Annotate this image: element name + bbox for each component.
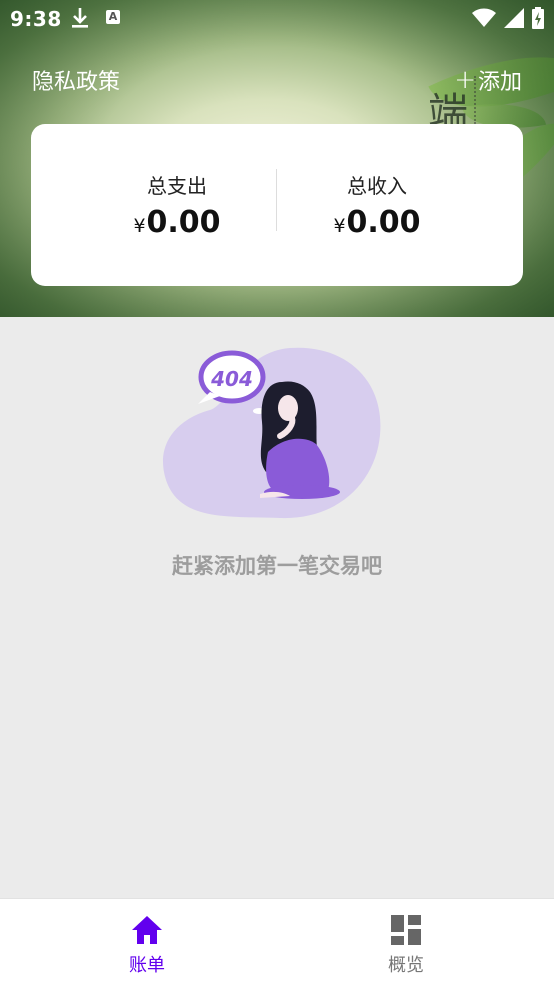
expense-value: 0.00 — [146, 205, 221, 240]
tab-overview[interactable]: 概览 — [346, 913, 466, 977]
income-label: 总收入 — [347, 174, 407, 198]
income-amount: ¥0.00 — [277, 205, 477, 240]
wifi-icon — [472, 8, 496, 33]
bubble-404-text: 404 — [210, 367, 253, 391]
tab-overview-label: 概览 — [388, 955, 424, 976]
signal-icon — [504, 8, 524, 33]
add-button[interactable]: + 添加 — [454, 64, 522, 96]
income-value: 0.00 — [346, 205, 421, 240]
tab-bills[interactable]: 账单 — [87, 913, 207, 977]
status-bar: 9:38 A — [0, 0, 554, 38]
privacy-policy-link[interactable]: 隐私政策 — [32, 64, 120, 96]
expense-label: 总支出 — [147, 174, 207, 198]
tab-bills-label: 账单 — [129, 955, 165, 976]
home-icon — [87, 913, 207, 947]
empty-state-message: 赶紧添加第一笔交易吧 — [172, 554, 382, 578]
battery-icon — [532, 7, 544, 34]
status-time: 9:38 — [10, 7, 62, 31]
plus-icon: + — [454, 65, 476, 95]
expense-summary: 总支出 ¥0.00 — [77, 170, 277, 240]
dashboard-icon — [346, 913, 466, 947]
download-icon — [70, 6, 90, 35]
expense-currency: ¥ — [133, 215, 146, 237]
summary-card: 总支出 ¥0.00 总收入 ¥0.00 — [31, 124, 523, 286]
empty-state-illustration: 404 — [160, 340, 390, 530]
a-icon: A — [106, 10, 120, 24]
income-currency: ¥ — [333, 215, 346, 237]
income-summary: 总收入 ¥0.00 — [277, 170, 477, 240]
bottom-nav: 账单 概览 — [0, 898, 554, 985]
expense-amount: ¥0.00 — [77, 205, 277, 240]
add-label: 添加 — [477, 70, 522, 95]
